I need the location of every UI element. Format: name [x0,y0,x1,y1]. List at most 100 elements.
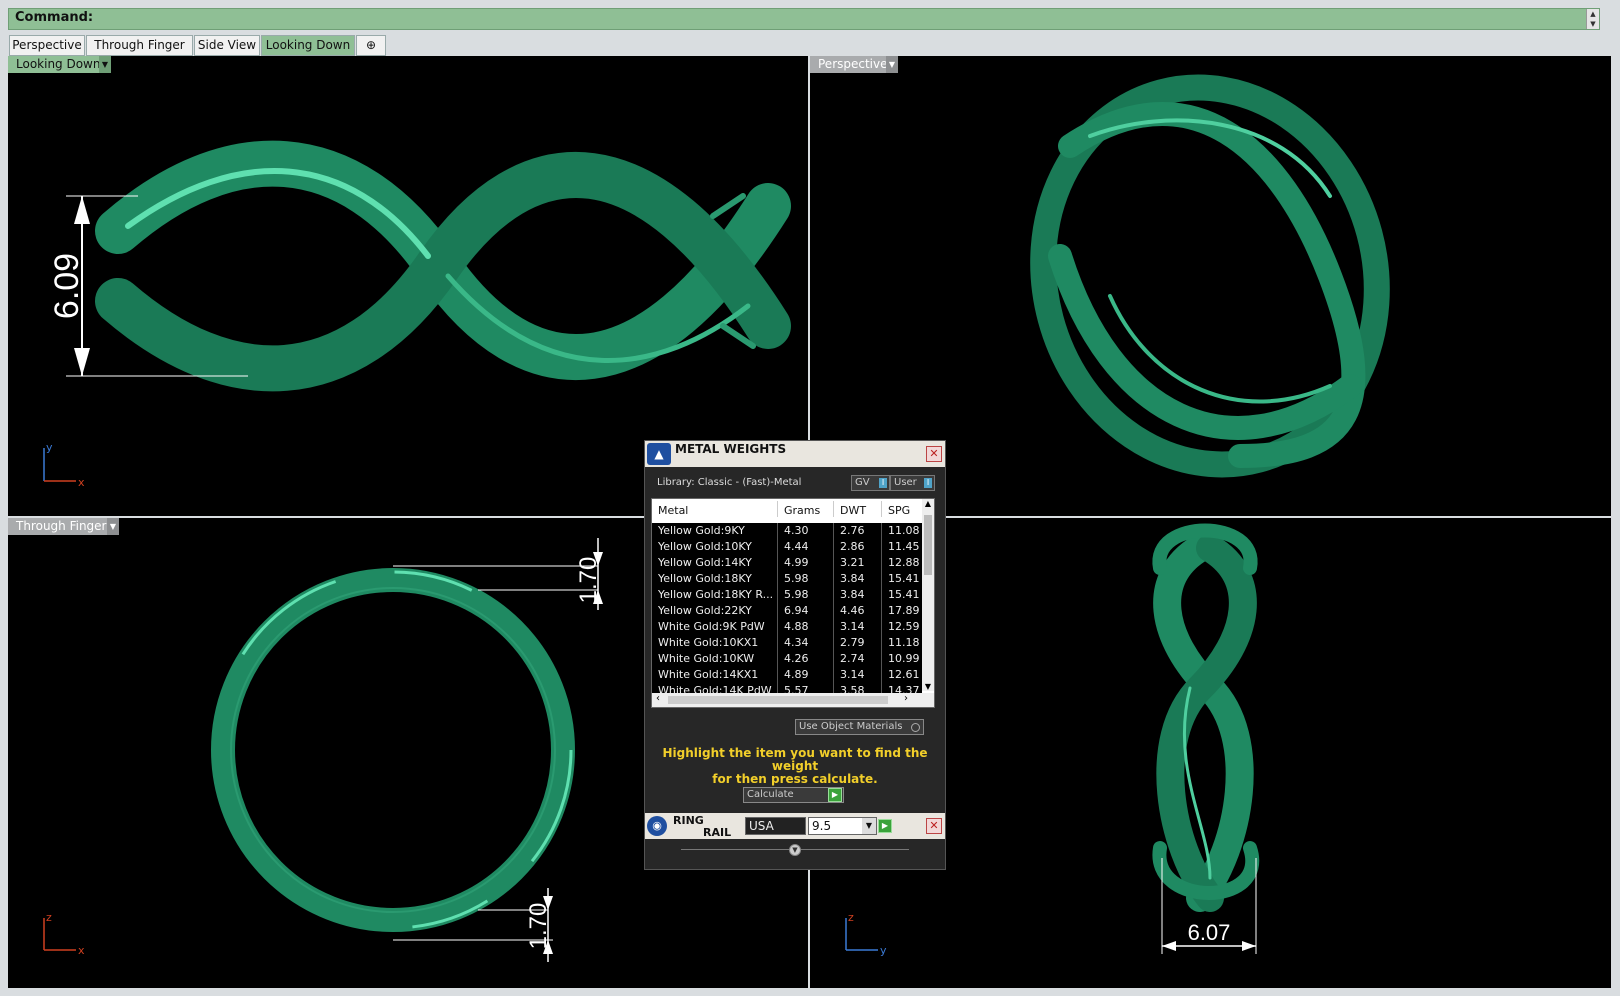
dimension-bottom: 1.70 [525,903,552,950]
viewport-label-perspective[interactable]: Perspective [810,56,896,73]
hint-text: Highlight the item you want to find the … [655,747,935,786]
axis-y-label: y [880,944,887,957]
table-row[interactable]: Yellow Gold:9KY 4.30 2.76 11.08 [652,523,922,540]
table-row[interactable]: Yellow Gold:14KY 4.99 3.21 12.88 [652,555,922,572]
table-cell: 3.21 [834,555,882,571]
dimension-width: 6.07 [1188,920,1231,945]
hint-line: Highlight the item you want to find the … [662,746,928,773]
chevron-right-icon[interactable]: › [904,693,908,704]
hint-line: for then press calculate. [712,772,878,786]
play-icon: ▶ [828,788,842,802]
chevron-down-icon[interactable]: ▼ [107,518,119,535]
viewport-label-looking-down[interactable]: Looking Down [8,56,109,73]
chevron-down-icon[interactable]: ▼ [886,56,898,73]
table-cell: 4.44 [778,539,834,555]
axis-x-label: x [78,476,85,489]
metal-table[interactable]: Metal Grams DWT SPG Yellow Gold:9KY 4.30 2… [651,498,935,708]
use-object-materials-label: Use Object Materials [799,721,903,732]
column-header[interactable]: Metal [652,501,778,517]
calculate-button[interactable]: Calculate ▶ [743,787,844,803]
command-bar[interactable]: Command: ▲ ▼ [8,8,1600,30]
table-cell: 3.14 [834,619,882,635]
table-cell: 4.46 [834,603,882,619]
table-cell: Yellow Gold:18KY R... [652,587,778,603]
column-header[interactable]: DWT [834,501,882,517]
chevron-left-icon[interactable]: ‹ [656,693,660,704]
table-row[interactable]: Yellow Gold:18KY R... 5.98 3.84 15.41 [652,587,922,604]
dimension-height: 6.09 [48,253,86,319]
scroll-thumb[interactable] [924,515,932,575]
ring-size-select[interactable]: 9.5 ▼ [808,817,877,835]
ring-rail-label-2: RAIL [703,826,732,839]
chevron-down-icon[interactable]: ▼ [862,818,876,834]
column-header[interactable]: SPG [882,501,922,517]
table-cell: Yellow Gold:14KY [652,555,778,571]
country-field[interactable]: USA [745,817,806,835]
scroll-thumb[interactable] [668,696,888,704]
table-cell: 4.34 [778,635,834,651]
dialog-title: METAL WEIGHTS [675,442,787,456]
use-object-materials-toggle[interactable]: Use Object Materials [795,719,924,735]
table-cell: 2.76 [834,523,882,539]
table-cell: 5.98 [778,587,834,603]
user-toggle-label: User [894,477,917,488]
table-row[interactable]: Yellow Gold:22KY 6.94 4.46 17.89 [652,603,922,620]
ring-rail-bar: ◉ RING RAIL USA 9.5 ▼ ▶ ✕ [645,813,945,839]
table-row[interactable]: White Gold:10KW 4.26 2.74 10.99 [652,651,922,668]
table-cell: 12.88 [888,556,920,569]
table-cell: 4.99 [778,555,834,571]
table-cell: 3.14 [834,667,882,683]
table-cell: Yellow Gold:9KY [652,523,778,539]
viewport-label-through-finger[interactable]: Through Finger [8,518,115,535]
gv-toggle[interactable]: GV I [851,475,890,491]
table-cell: 11.08 [888,524,920,537]
chevron-up-icon[interactable]: ▲ [922,499,934,508]
chevron-down-icon[interactable]: ▼ [922,682,934,691]
table-cell: 6.94 [778,603,834,619]
table-cell: 12.59 [888,620,920,633]
table-cell: 15.41 [888,572,920,585]
column-header[interactable]: Grams [778,501,834,517]
tab-perspective[interactable]: Perspective [9,35,85,56]
run-button[interactable]: ▶ [878,819,892,833]
calculate-label: Calculate [747,789,794,800]
table-row[interactable]: White Gold:9K PdW 4.88 3.14 12.59 [652,619,922,636]
table-cell: White Gold:10KX1 [652,635,778,651]
table-cell: 10.99 [888,652,920,665]
table-cell: 4.26 [778,651,834,667]
tab-looking-down[interactable]: Looking Down [261,35,355,56]
table-cell: 17.89 [888,604,920,617]
close-icon[interactable]: ✕ [926,818,942,834]
table-cell: 2.79 [834,635,882,651]
plus-icon[interactable]: ⊕ [356,35,386,56]
table-cell: White Gold:14KX1 [652,667,778,683]
table-row[interactable]: White Gold:14KX1 4.89 3.14 12.61 [652,667,922,684]
tab-side-view[interactable]: Side View [194,35,260,56]
horizontal-scrollbar[interactable]: ‹ › [652,693,934,707]
user-toggle[interactable]: User I [890,475,935,491]
table-cell: 4.30 [778,523,834,539]
table-cell: 4.89 [778,667,834,683]
gv-toggle-label: GV [855,477,870,488]
table-cell: Yellow Gold:22KY [652,603,778,619]
expand-icon[interactable]: ▼ [789,844,801,856]
table-cell: 3.84 [834,587,882,603]
close-icon[interactable]: ✕ [926,446,942,462]
dimension-top: 1.70 [575,557,602,604]
tab-through-finger[interactable]: Through Finger [86,35,193,56]
table-row[interactable]: Yellow Gold:10KY 4.44 2.86 11.45 [652,539,922,556]
table-row[interactable]: Yellow Gold:18KY 5.98 3.84 15.41 [652,571,922,588]
table-cell: 15.41 [888,588,920,601]
library-label: Library: Classic - (Fast)-Metal [657,477,802,488]
table-cell: White Gold:10KW [652,651,778,667]
dialog-titlebar[interactable]: ▲ METAL WEIGHTS ✕ [645,441,945,467]
vertical-scrollbar[interactable]: ▲ ▼ [922,499,934,691]
ring-rail-logo-icon: ◉ [647,816,667,836]
axis-y-label: y [46,441,53,454]
table-cell: Yellow Gold:10KY [652,539,778,555]
table-row[interactable]: White Gold:10KX1 4.34 2.79 11.18 [652,635,922,652]
table-cell: 2.86 [834,539,882,555]
table-cell: 4.88 [778,619,834,635]
chevron-down-icon[interactable]: ▼ [99,56,111,73]
command-scroll-arrows[interactable]: ▲ ▼ [1586,9,1599,29]
